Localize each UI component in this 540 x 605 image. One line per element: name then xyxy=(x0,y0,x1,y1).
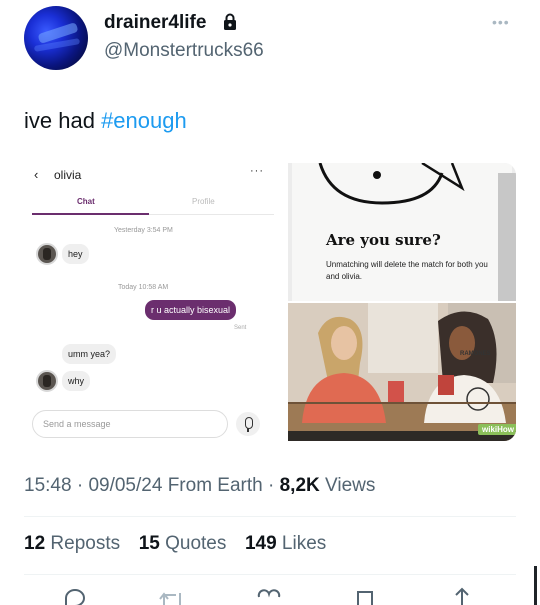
reply-icon[interactable] xyxy=(62,588,88,605)
back-arrow-icon: ‹ xyxy=(34,167,39,182)
repost-icon[interactable] xyxy=(158,590,186,605)
likes-stat[interactable]: 149 Likes xyxy=(245,533,326,554)
avatar[interactable] xyxy=(24,6,88,70)
chat-message-incoming: hey xyxy=(62,244,89,264)
divider xyxy=(24,516,516,517)
popup-title: Are you sure? xyxy=(326,231,441,249)
popup-body: Unmatching will delete the match for bot… xyxy=(326,260,488,281)
tweet-date[interactable]: 09/05/24 xyxy=(88,475,162,496)
share-icon[interactable] xyxy=(450,586,474,605)
tweet-text: ive had #enough xyxy=(24,108,187,134)
user-handle[interactable]: @Monstertrucks66 xyxy=(104,40,264,62)
media-grid[interactable]: ‹ olivia ··· Chat Profile Yesterday 3:54… xyxy=(22,163,516,441)
chat-contact-name: olivia xyxy=(54,168,82,182)
lock-icon xyxy=(224,13,236,30)
reposts-count: 12 xyxy=(24,533,46,554)
hashtag-link[interactable]: #enough xyxy=(101,108,187,133)
tweet-meta: 15:48 · 09/05/24 From Earth · 8,2K Views xyxy=(24,475,376,496)
chat-avatar xyxy=(36,243,58,265)
chat-more-icon: ··· xyxy=(250,165,264,177)
quotes-stat[interactable]: 15 Quotes xyxy=(139,533,227,554)
more-options-icon[interactable]: ••• xyxy=(492,14,510,30)
tweet-text-plain: ive had xyxy=(24,108,102,133)
views-label: Views xyxy=(325,475,376,496)
reposts-stat[interactable]: 12 Reposts xyxy=(24,533,120,554)
likes-count: 149 xyxy=(244,533,277,554)
chat-timestamp: Today 10:58 AM xyxy=(118,284,169,291)
chat-tab-profile: Profile xyxy=(192,197,215,206)
unmatch-popup-image[interactable]: Are you sure? Unmatching will delete the… xyxy=(288,163,516,301)
tweet-stats: 12 Reposts 15 Quotes 149 Likes xyxy=(24,533,326,555)
like-icon[interactable] xyxy=(256,588,282,605)
wikihow-illustration-image[interactable]: RAMONES wikiHow xyxy=(288,303,516,441)
chat-sent-label: Sent xyxy=(234,325,247,331)
wikihow-watermark: wikiHow xyxy=(478,424,516,435)
likes-label: Likes xyxy=(281,533,327,554)
chat-message-outgoing: r u actually bisexual xyxy=(145,300,237,320)
chat-tab-underline xyxy=(32,213,149,215)
quotes-label: Quotes xyxy=(165,533,227,554)
chat-message-incoming: umm yea? xyxy=(62,344,117,364)
chat-message-incoming: why xyxy=(62,371,91,391)
chat-screenshot-image[interactable]: ‹ olivia ··· Chat Profile Yesterday 3:54… xyxy=(22,163,284,441)
illustration-line-art xyxy=(318,163,465,205)
divider xyxy=(24,574,516,575)
chat-tab-chat: Chat xyxy=(77,197,95,206)
two-women-illustration xyxy=(288,303,516,441)
chat-message-input: Send a message xyxy=(32,410,228,438)
chat-timestamp: Yesterday 3:54 PM xyxy=(114,227,173,234)
views-count: 8,2K xyxy=(279,475,320,496)
scrollbar[interactable] xyxy=(534,566,537,605)
reposts-label: Reposts xyxy=(50,533,121,554)
tweet-source: From Earth xyxy=(167,475,263,496)
chat-avatar xyxy=(36,370,58,392)
tweet-time[interactable]: 15:48 xyxy=(24,475,72,496)
quotes-count: 15 xyxy=(138,533,160,554)
microphone-icon xyxy=(236,412,260,436)
bookmark-icon[interactable] xyxy=(354,589,376,605)
shirt-text: RAMONES xyxy=(460,351,491,357)
display-name[interactable]: drainer4life xyxy=(104,12,206,34)
